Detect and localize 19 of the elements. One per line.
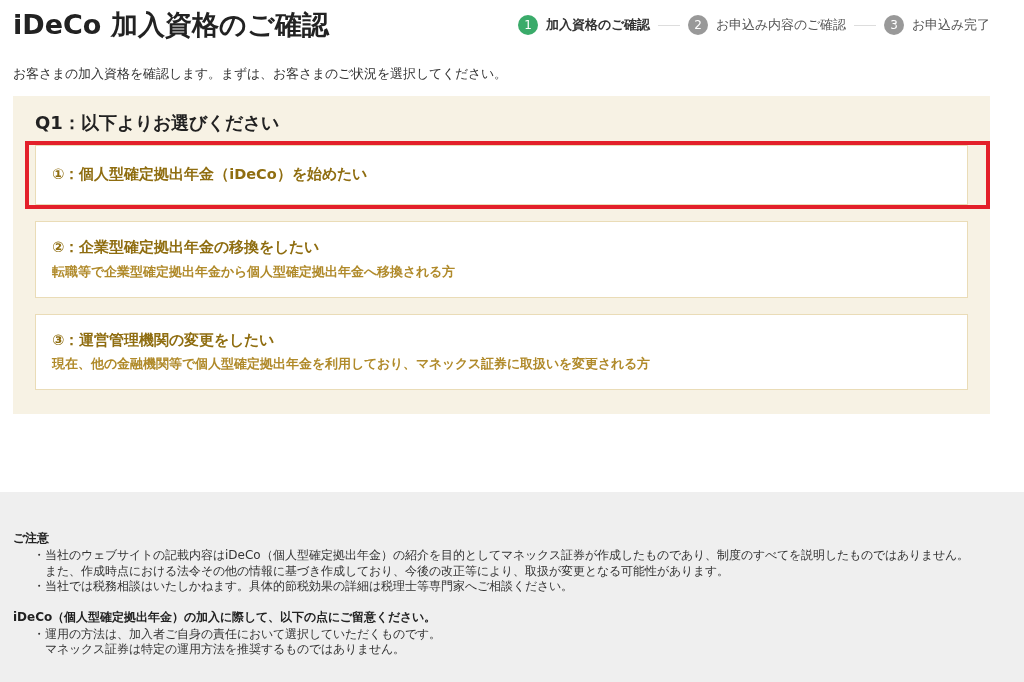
intro-text: お客さまの加入資格を確認します。まずは、お客さまのご状況を選択してください。 [12, 65, 508, 83]
page-title: iDeCo 加入資格のご確認 [13, 8, 329, 42]
question-heading: Q1：以下よりお選びください [35, 111, 280, 134]
notes-heading: ご注意 [13, 530, 50, 547]
step-number: 2 [688, 15, 708, 35]
step-number: 1 [518, 15, 538, 35]
option-button[interactable]: ②：企業型確定拠出年金の移換をしたい 転職等で企業型確定拠出年金から個人型確定拠出年金へ移換される方 [35, 221, 968, 298]
note-text: ・当社のウェブサイトの記載内容はiDeCo（個人型確定拠出年金）の紹介を目的としてマネックス証券が作成したものであり、制度のすべてを説明したものではありません。 [32, 548, 970, 564]
option-button[interactable]: ③：運営管理機関の変更をしたい 現在、他の金融機関等で個人型確定拠出年金を利用しており、マネックス証券に取扱いを変更される方 [35, 313, 968, 391]
option-button[interactable]: ①：個人型確定拠出年金（iDeCo）を始めたい [35, 145, 968, 206]
step-label: お申込み完了 [912, 16, 990, 35]
notes-heading: iDeCo（個人型確定拠出年金）の加入に際して、以下の点にご留意ください。 [13, 608, 438, 625]
step-label: 加入資格のご確認 [546, 16, 650, 35]
step-label: お申込み内容のご確認 [716, 16, 846, 35]
note-text: マネックス証券は特定の運用方法を推奨するものではありません。 [44, 642, 406, 658]
step-number: 3 [884, 15, 904, 35]
note-text: また、作成時点における法令その他の情報に基づき作成しており、今後の改正等により、取扱が変更となる可能性があります。 [44, 563, 730, 580]
note-text: ・当社では税務相談はいたしかねます。具体的節税効果の詳細は税理士等専門家へご相談ください。 [32, 579, 574, 595]
note-text: ・運用の方法は、加入者ご自身の責任において選択していただくものです。 [32, 626, 442, 643]
